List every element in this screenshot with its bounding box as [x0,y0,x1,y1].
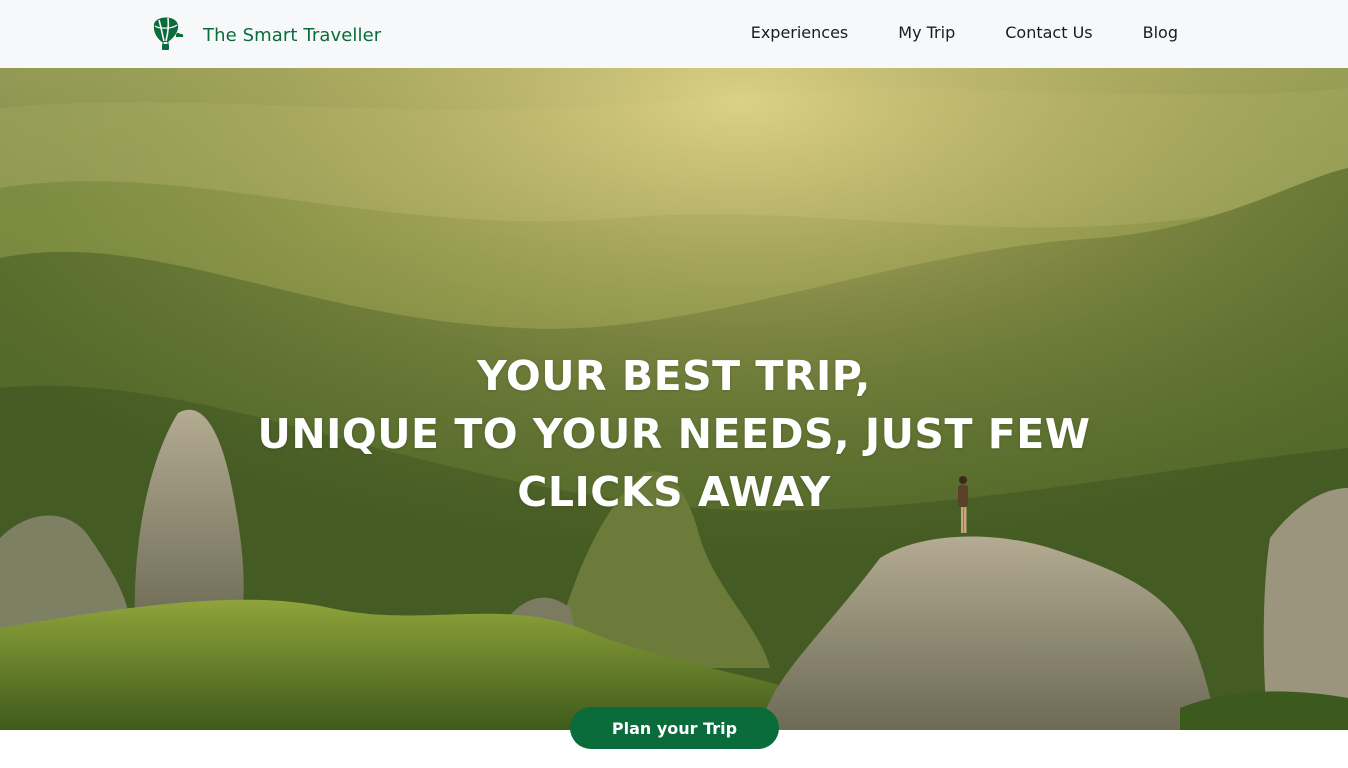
nav-item-experiences[interactable]: Experiences [751,22,849,44]
navbar: The Smart Traveller Experiences My Trip … [0,0,1348,68]
nav-item-blog[interactable]: Blog [1143,22,1178,44]
hero-headline: YOUR BEST TRIP, UNIQUE TO YOUR NEEDS, JU… [0,347,1348,521]
nav-item-my-trip[interactable]: My Trip [898,22,955,44]
headline-line-1: YOUR BEST TRIP, [477,352,871,400]
brand-link[interactable]: The Smart Traveller [146,13,381,57]
hot-air-balloon-icon [153,17,184,50]
plan-your-trip-button[interactable]: Plan your Trip [570,707,779,749]
headline-line-2: UNIQUE TO YOUR NEEDS, JUST FEW [257,410,1091,458]
brand-name: The Smart Traveller [203,24,382,46]
nav-item-contact-us[interactable]: Contact Us [1005,22,1092,44]
hero-section: YOUR BEST TRIP, UNIQUE TO YOUR NEEDS, JU… [0,68,1348,730]
headline-line-3: CLICKS AWAY [517,468,831,516]
main-nav: Experiences My Trip Contact Us Blog [701,22,1178,44]
